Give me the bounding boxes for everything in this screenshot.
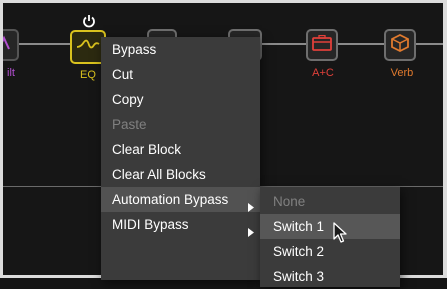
menu-item-clear-all-blocks[interactable]: Clear All Blocks [101, 162, 260, 187]
menu-item-copy[interactable]: Copy [101, 87, 260, 112]
menu-item-label: MIDI Bypass [112, 217, 189, 232]
mouse-pointer-icon [333, 222, 347, 249]
menu-item-paste[interactable]: Paste [101, 112, 260, 137]
reverb-block-label: Verb [390, 67, 414, 79]
menu-item-automation-bypass[interactable]: Automation Bypass [101, 187, 260, 212]
eq-block-label: EQ [80, 69, 96, 81]
submenu-arrow-icon [248, 220, 254, 245]
menu-item-cut[interactable]: Cut [101, 62, 260, 87]
submenu-item-switch-2[interactable]: Switch 2 [260, 239, 400, 264]
reverb-cube-icon [390, 33, 410, 58]
submenu-item-switch-1[interactable]: Switch 1 [260, 214, 400, 239]
menu-item-label: Automation Bypass [112, 192, 229, 207]
reverb-block[interactable] [384, 29, 416, 61]
menu-item-clear-block[interactable]: Clear Block [101, 137, 260, 162]
amp-cab-block[interactable] [306, 29, 338, 61]
amp-cab-icon [312, 34, 332, 56]
filter-block[interactable] [3, 29, 19, 61]
submenu-item-none[interactable]: None [260, 189, 400, 214]
menu-item-midi-bypass[interactable]: MIDI Bypass [101, 212, 260, 237]
context-menu: Bypass Cut Copy Paste Clear Block Clear … [101, 37, 260, 280]
filter-block-label: ilt [7, 67, 15, 79]
eq-curve-icon [76, 38, 100, 57]
menu-item-bypass[interactable]: Bypass [101, 37, 260, 62]
amp-cab-block-label: A+C [312, 67, 334, 79]
automation-bypass-submenu: None Switch 1 Switch 2 Switch 3 [260, 187, 400, 287]
submenu-item-switch-3[interactable]: Switch 3 [260, 264, 400, 289]
filter-icon [3, 35, 11, 56]
